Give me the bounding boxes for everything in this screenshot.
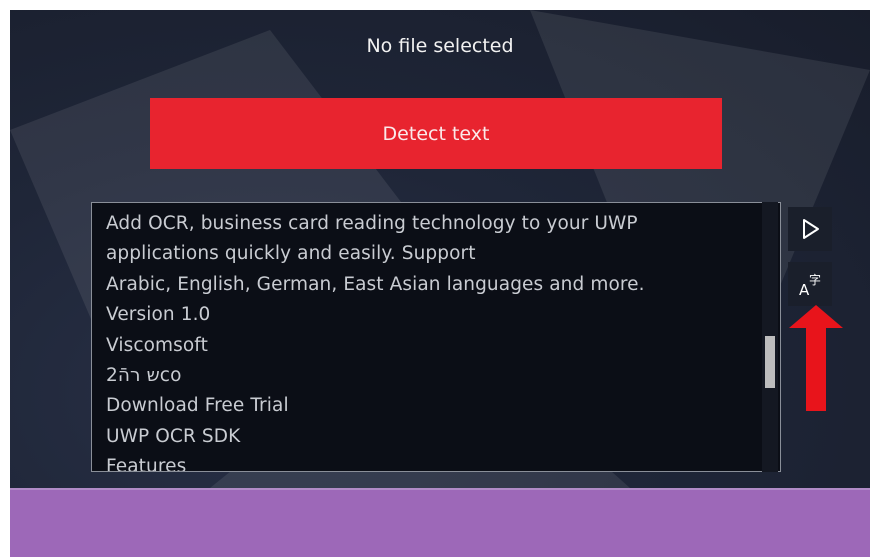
red-arrow-up-icon <box>789 305 843 411</box>
